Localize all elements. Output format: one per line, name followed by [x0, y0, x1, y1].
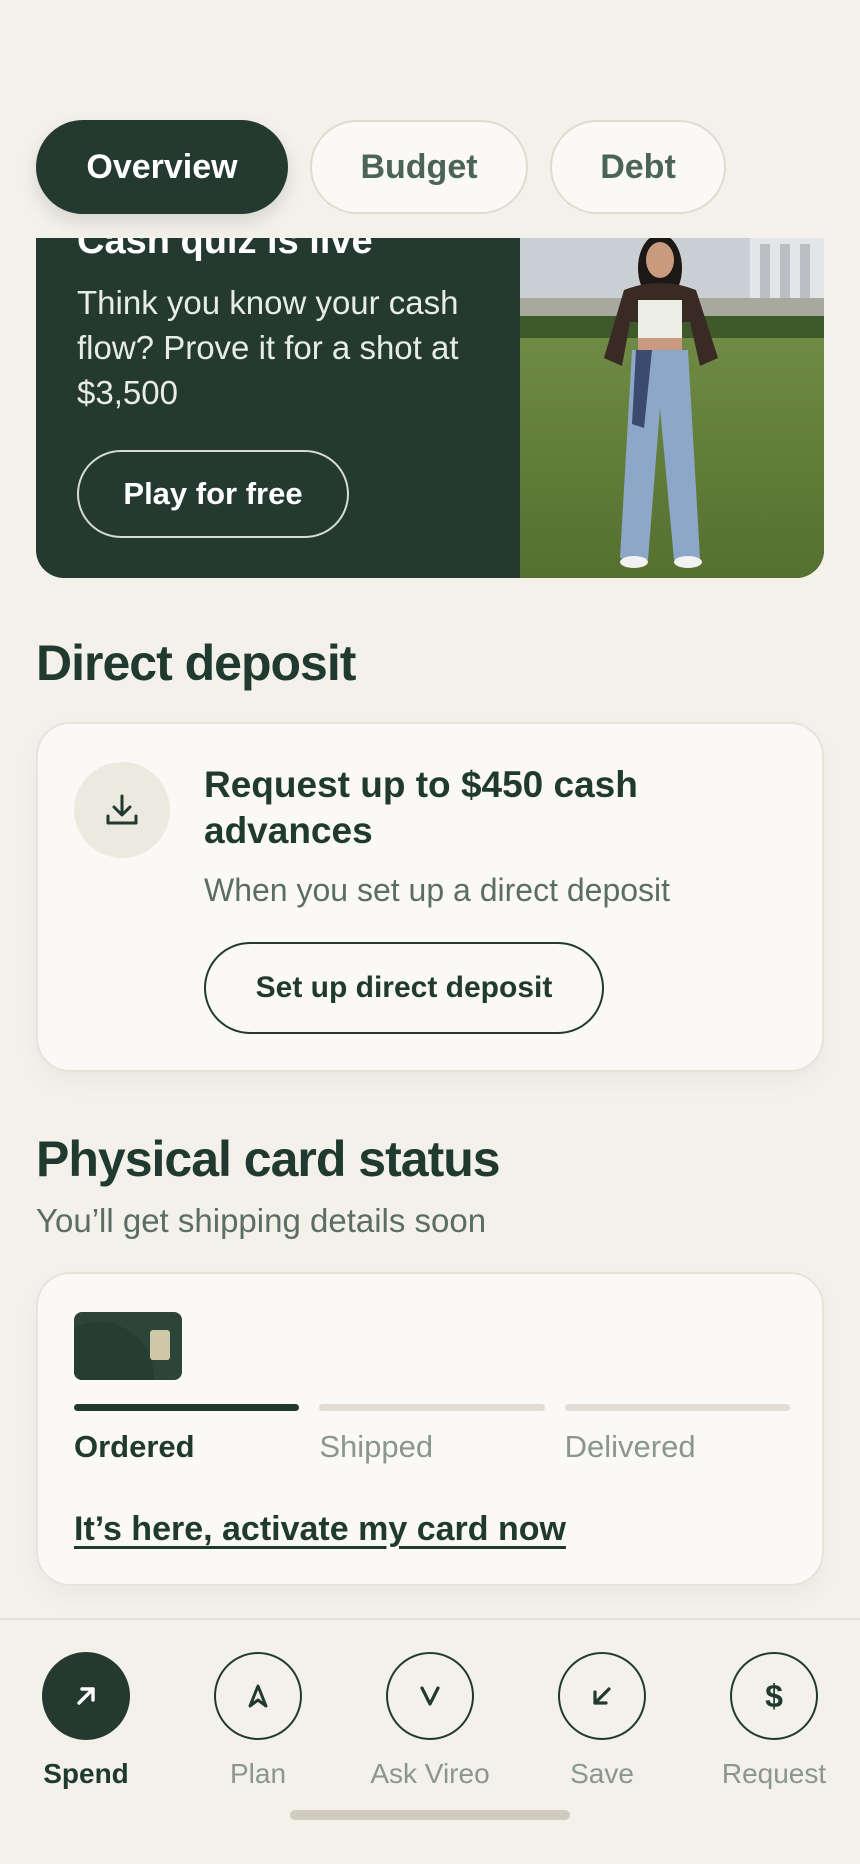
set-up-direct-deposit-button[interactable]: Set up direct deposit [204, 942, 604, 1034]
v-letter-icon[interactable] [386, 1652, 474, 1740]
progress-bar-ordered [74, 1404, 300, 1411]
promo-description: Think you know your cash flow? Prove it … [77, 284, 459, 411]
progress-bar-delivered [564, 1404, 790, 1411]
nav-item-save[interactable]: Save [516, 1652, 688, 1790]
card-status-subtitle: You’ll get shipping details soon [36, 1202, 487, 1239]
compass-arrow-icon[interactable] [214, 1652, 302, 1740]
nav-label: Spend [43, 1758, 129, 1789]
play-for-free-button[interactable]: Play for free [77, 450, 349, 538]
nav-item-ask-vireo[interactable]: Ask Vireo [344, 1652, 516, 1790]
nav-label: Request [721, 1758, 827, 1789]
promo-card[interactable]: Cash quiz is live Think you know your ca… [36, 238, 824, 578]
step-ordered: Ordered [74, 1404, 300, 1465]
dollar-icon[interactable]: $ [730, 1652, 818, 1740]
nav-label: Plan [229, 1758, 287, 1789]
arrow-down-left-icon[interactable] [558, 1652, 646, 1740]
shipping-progress: Ordered Shipped Delivered [74, 1404, 790, 1465]
step-label: Shipped [319, 1429, 434, 1464]
bottom-nav: Spend Plan Ask Vireo Save $ Request [0, 1618, 860, 1864]
segment-tabs: Overview Budget Debt [36, 120, 726, 214]
nav-label: Ask Vireo [370, 1758, 490, 1789]
nav-item-request[interactable]: $ Request [688, 1652, 860, 1790]
card-status-card: Ordered Shipped Delivered It’s here, act… [36, 1272, 824, 1586]
step-shipped: Shipped [319, 1404, 545, 1465]
cash-advance-title: Request up to $450 cash advances [204, 764, 638, 851]
page: Overview Budget Debt Cash quiz is live T… [0, 0, 860, 1864]
progress-bar-shipped [319, 1404, 545, 1411]
tab-budget[interactable]: Budget [310, 120, 528, 214]
arrow-up-right-icon[interactable] [42, 1652, 130, 1740]
nav-label: Save [570, 1758, 634, 1789]
cash-advance-subtitle: When you set up a direct deposit [204, 872, 671, 908]
activate-card-link[interactable]: It’s here, activate my card now [74, 1510, 566, 1549]
direct-deposit-heading: Direct deposit [36, 635, 356, 691]
promo-photo [520, 238, 824, 578]
nav-item-plan[interactable]: Plan [172, 1652, 344, 1790]
promo-title: Cash quiz is live [77, 238, 373, 262]
nav-item-spend[interactable]: Spend [0, 1652, 172, 1790]
tab-debt[interactable]: Debt [550, 120, 726, 214]
person-photo-illustration [520, 238, 824, 578]
home-indicator [290, 1810, 570, 1820]
physical-card-icon [74, 1312, 182, 1380]
download-icon [74, 762, 170, 858]
step-delivered: Delivered [564, 1404, 790, 1465]
direct-deposit-card: Request up to $450 cash advances When yo… [36, 722, 824, 1072]
promo-content: Cash quiz is live Think you know your ca… [36, 238, 520, 578]
card-status-heading: Physical card status [36, 1131, 501, 1187]
step-label: Delivered [564, 1429, 696, 1464]
tab-overview[interactable]: Overview [36, 120, 288, 214]
step-label: Ordered [74, 1429, 195, 1464]
